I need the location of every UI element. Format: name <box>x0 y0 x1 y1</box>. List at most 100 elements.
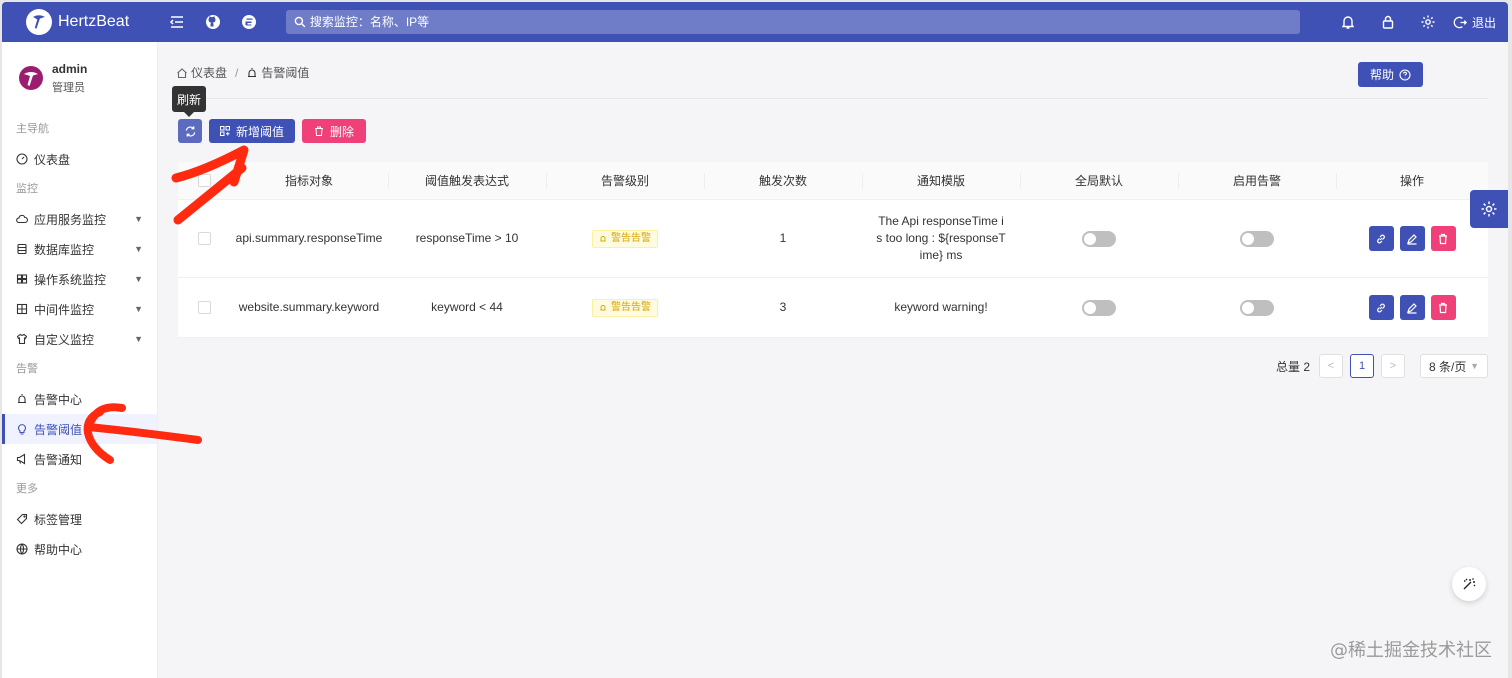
metric-cell: api.summary.responseTime <box>235 231 383 245</box>
tag-icon <box>16 513 28 525</box>
appstore-icon <box>16 303 28 315</box>
divider <box>176 98 1488 99</box>
settings-icon <box>1481 201 1497 217</box>
help-button[interactable]: 帮助 <box>1358 62 1423 87</box>
chevron-down-icon: ▼ <box>134 334 143 344</box>
add-threshold-label: 新增阈值 <box>235 124 284 139</box>
bell-icon <box>600 235 606 241</box>
priority-label: 警告告警 <box>611 302 651 313</box>
gitee-icon[interactable] <box>238 11 260 33</box>
priority-tag: 警告告警 <box>592 229 658 248</box>
delete-icon <box>314 126 323 136</box>
column-header: 启用告警 <box>1178 162 1336 199</box>
alert-icon <box>248 67 257 77</box>
enable-toggle[interactable] <box>1240 230 1274 247</box>
column-header: 告警级别 <box>546 162 704 199</box>
top-bar: HertzBeat 退出 <box>2 2 1508 42</box>
sidebar-item-os[interactable]: 操作系统监控 ▼ <box>2 264 157 294</box>
delete-row-button[interactable] <box>1430 295 1456 320</box>
sidebar-item-label: 告警中心 <box>34 392 83 407</box>
logout-button[interactable]: 退出 <box>1453 14 1496 31</box>
magic-tool-button[interactable] <box>1452 567 1486 601</box>
delete-icon <box>1439 302 1447 313</box>
lock-icon[interactable] <box>1377 11 1399 33</box>
sidebar-item-tag-manage[interactable]: 标签管理 <box>2 504 157 534</box>
chevron-down-icon: ▼ <box>134 304 143 314</box>
skin-icon <box>16 333 28 345</box>
expression-cell: keyword < 44 <box>431 300 503 314</box>
user-panel[interactable]: admin 管理员 <box>2 42 157 114</box>
chevron-down-icon: ▼ <box>1470 361 1479 371</box>
column-header: 指标对象 <box>230 162 388 199</box>
settings-icon[interactable] <box>1417 11 1439 33</box>
cloud-icon <box>16 214 28 224</box>
row-checkbox[interactable] <box>197 301 211 314</box>
sidebar-item-custom[interactable]: 自定义监控 ▼ <box>2 324 157 354</box>
search-bar[interactable] <box>286 10 1300 34</box>
select-all-checkbox[interactable] <box>197 174 211 187</box>
preset-toggle[interactable] <box>1082 230 1116 247</box>
sidebar-item-alert-center[interactable]: 告警中心 <box>2 384 157 414</box>
sidebar: admin 管理员 主导航 仪表盘 监控 应用服务监控 ▼ 数据库监控 ▼ 操作… <box>2 42 158 678</box>
sidebar-item-label: 中间件监控 <box>34 302 95 317</box>
main-content: 仪表盘 / 告警阈值 帮助 刷新 新增阈值 删除 指标对象 阈值触发表达式 告警… <box>158 42 1508 678</box>
row-checkbox[interactable] <box>197 232 211 245</box>
table-row: website.summary.keyword keyword < 44 警告告… <box>178 278 1488 338</box>
sidebar-item-alert-notify[interactable]: 告警通知 <box>2 444 157 474</box>
sidebar-item-app-service[interactable]: 应用服务监控 ▼ <box>2 204 157 234</box>
enable-toggle[interactable] <box>1240 299 1274 316</box>
link-button[interactable] <box>1368 295 1394 320</box>
delete-button[interactable]: 删除 <box>302 119 366 143</box>
logout-label: 退出 <box>1471 15 1496 30</box>
logout-icon <box>1453 16 1468 28</box>
chevron-down-icon: ▼ <box>134 244 143 254</box>
refresh-tooltip: 刷新 <box>172 86 206 117</box>
github-icon[interactable] <box>202 11 224 33</box>
template-cell: The Api responseTime is too long : ${res… <box>876 214 1006 262</box>
sidebar-item-label: 应用服务监控 <box>34 212 107 227</box>
help-label: 帮助 <box>1369 68 1394 82</box>
prev-page-button[interactable]: < <box>1319 354 1343 378</box>
table-header: 指标对象 阈值触发表达式 告警级别 触发次数 通知模版 全局默认 启用告警 操作 <box>178 162 1488 200</box>
preset-toggle[interactable] <box>1082 299 1116 316</box>
menu-fold-icon[interactable] <box>166 11 188 33</box>
nav-group-main: 主导航 <box>16 123 49 135</box>
sidebar-item-middleware[interactable]: 中间件监控 ▼ <box>2 294 157 324</box>
brand[interactable]: HertzBeat <box>2 9 152 35</box>
link-button[interactable] <box>1368 226 1394 251</box>
sync-icon <box>185 125 195 137</box>
sidebar-item-label: 标签管理 <box>34 512 83 527</box>
breadcrumb-home[interactable]: 仪表盘 <box>191 64 227 81</box>
sidebar-item-alert-threshold[interactable]: 告警阈值 <box>2 414 157 444</box>
sidebar-item-database[interactable]: 数据库监控 ▼ <box>2 234 157 264</box>
sidebar-item-label: 自定义监控 <box>34 332 95 347</box>
edit-button[interactable] <box>1399 226 1425 251</box>
page-button[interactable]: 1 <box>1350 354 1374 378</box>
sidebar-item-help-center[interactable]: 帮助中心 <box>2 534 157 564</box>
watermark: @稀土掘金技术社区 <box>1330 640 1492 661</box>
sidebar-item-label: 告警通知 <box>34 452 83 467</box>
page-size-select[interactable]: 8 条/页 ▼ <box>1420 354 1488 378</box>
sidebar-item-dashboard[interactable]: 仪表盘 <box>2 144 157 174</box>
nav-group-alert: 告警 <box>16 363 38 375</box>
edit-button[interactable] <box>1399 295 1425 320</box>
breadcrumb: 仪表盘 / 告警阈值 <box>176 64 309 81</box>
delete-row-button[interactable] <box>1430 226 1456 251</box>
next-page-button[interactable]: > <box>1381 354 1405 378</box>
hertzbeat-logo-icon <box>26 9 52 35</box>
user-role: 管理员 <box>52 81 85 94</box>
breadcrumb-separator: / <box>235 65 239 80</box>
sidebar-item-label: 仪表盘 <box>34 152 71 167</box>
windows-icon <box>16 274 28 284</box>
theme-settings-button[interactable] <box>1470 190 1508 228</box>
add-threshold-button[interactable]: 新增阈值 <box>209 119 295 143</box>
refresh-button[interactable] <box>178 119 202 143</box>
metric-cell: website.summary.keyword <box>238 300 380 314</box>
bell-icon[interactable] <box>1337 11 1359 33</box>
sidebar-item-label: 帮助中心 <box>34 542 83 557</box>
priority-tag: 警告告警 <box>592 298 658 317</box>
sidebar-item-label: 操作系统监控 <box>34 272 107 287</box>
database-icon <box>17 243 27 255</box>
user-name: admin <box>52 61 88 76</box>
search-input[interactable] <box>309 15 1300 29</box>
